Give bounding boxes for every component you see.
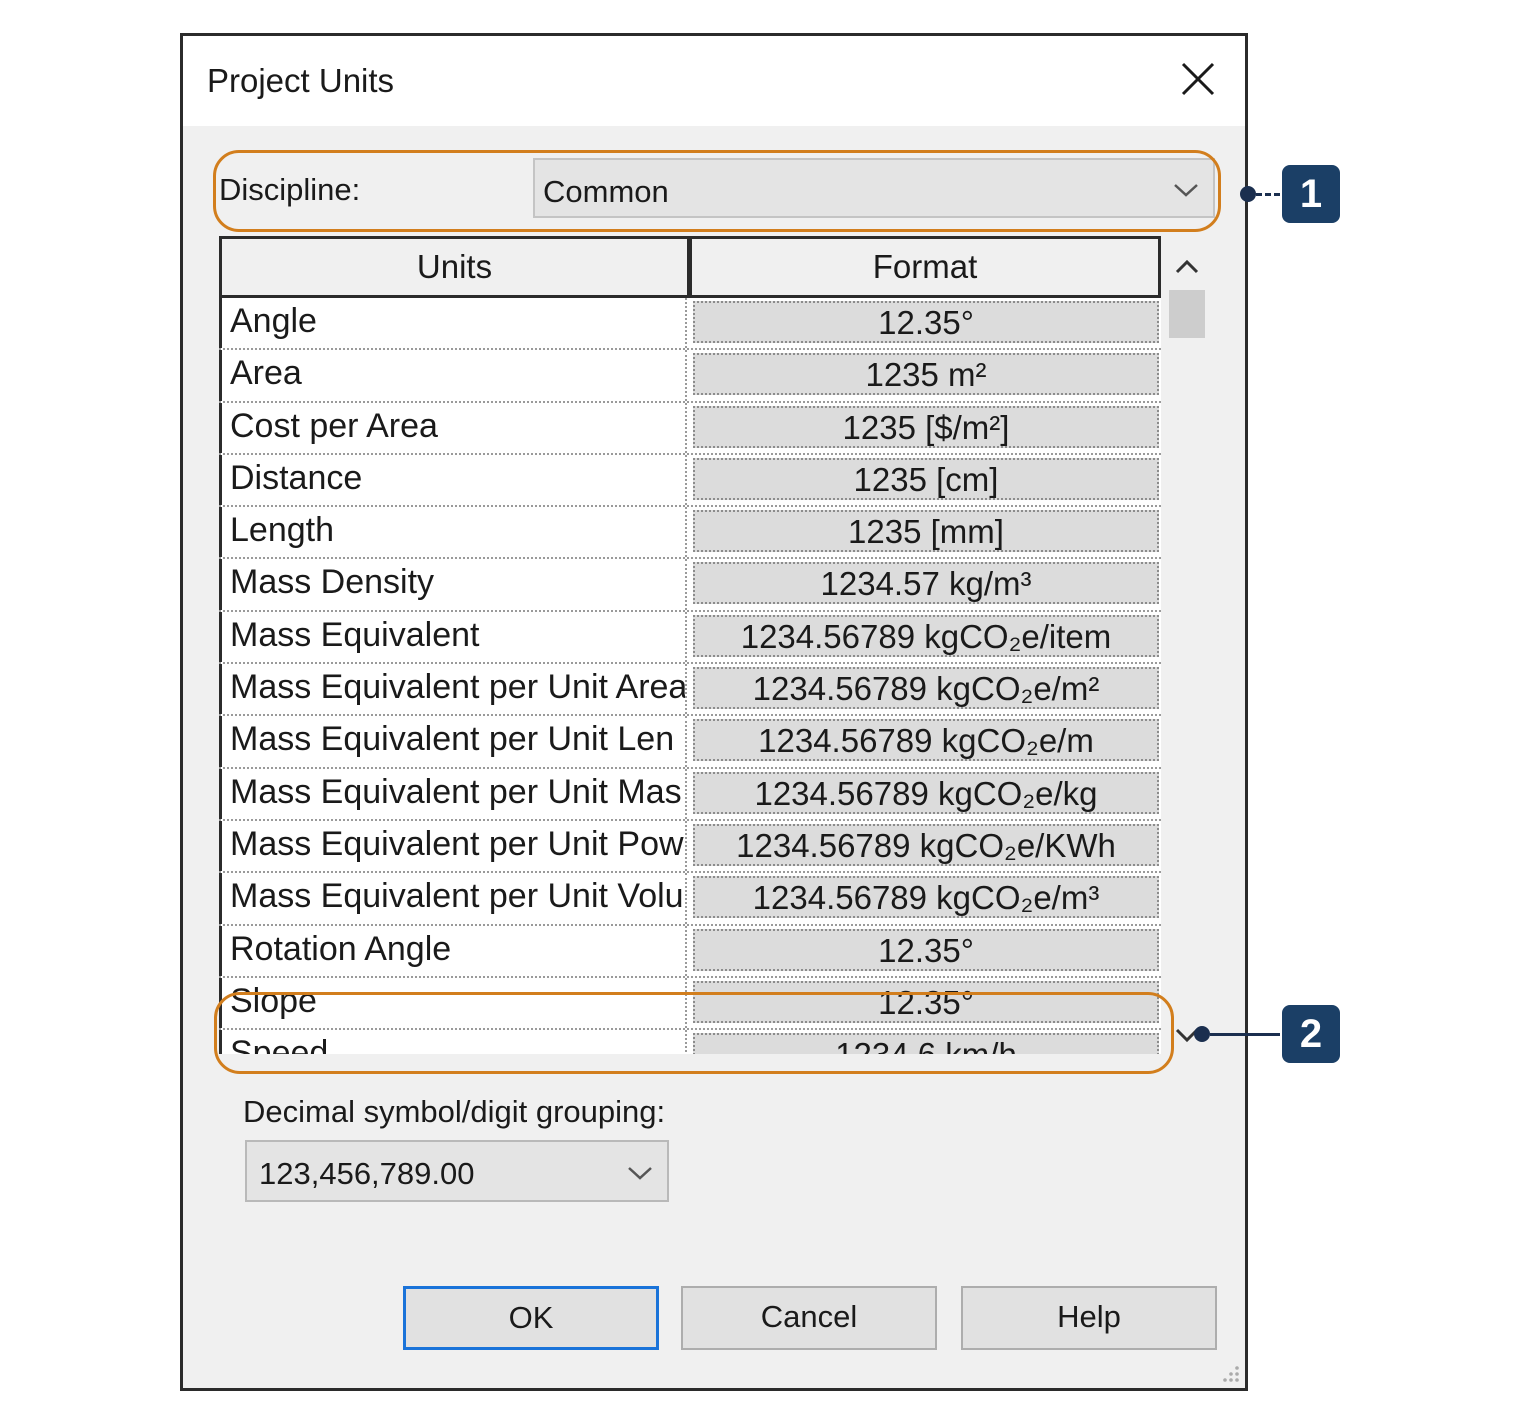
unit-name: Rotation Angle — [219, 925, 687, 976]
unit-name: Area — [219, 350, 687, 401]
table-rows: Angle 12.35° Area 1235 m² Cost per Area 1235 … — [219, 298, 1161, 1054]
table-row[interactable]: Angle 12.35° — [219, 298, 1161, 351]
cancel-button[interactable]: Cancel — [681, 1286, 937, 1350]
table-row[interactable]: Mass Density 1234.57 kg/m³ — [219, 559, 1161, 612]
unit-name: Angle — [219, 298, 687, 349]
unit-name: Mass Equivalent per Unit Area — [219, 664, 687, 715]
unit-name: Mass Equivalent per Unit Pow — [219, 820, 687, 872]
table-row[interactable]: Mass Equivalent per Unit Pow 1234.56789 k… — [219, 820, 1161, 874]
decimal-label: Decimal symbol/digit grouping: — [243, 1094, 666, 1129]
resize-grip-icon[interactable] — [1217, 1360, 1241, 1384]
format-button[interactable]: 1234.56789 kgCO₂e/m — [693, 719, 1159, 762]
table-row[interactable]: Mass Equivalent 1234.56789 kgCO₂e/item — [219, 611, 1161, 665]
format-button[interactable]: 1235 [mm] — [693, 510, 1159, 553]
format-button[interactable]: 1234.56789 kgCO₂e/KWh — [693, 823, 1159, 866]
decimal-select[interactable]: 123,456,789.00 — [245, 1140, 669, 1202]
table-row[interactable]: Mass Equivalent per Unit Len 1234.56789 k… — [219, 716, 1161, 769]
title-bar: Project Units — [183, 36, 1245, 126]
format-button[interactable]: 1234.56789 kgCO₂e/kg — [693, 771, 1159, 814]
dialog-title: Project Units — [207, 62, 395, 99]
unit-name: Cost per Area — [219, 402, 687, 453]
callout-badge-1: 1 — [1282, 165, 1340, 223]
unit-name: Mass Equivalent per Unit Mas — [219, 768, 687, 819]
format-button[interactable]: 1235 [cm] — [693, 457, 1159, 500]
unit-name: Mass Equivalent — [219, 611, 687, 663]
scroll-up-icon[interactable] — [1169, 252, 1205, 282]
table-row[interactable]: Mass Equivalent per Unit Mas 1234.56789 k… — [219, 768, 1161, 821]
format-button[interactable]: 12.35° — [693, 301, 1159, 343]
format-button[interactable]: 1235 m² — [693, 353, 1159, 396]
column-header-units[interactable]: Units — [219, 236, 689, 298]
units-table: Units Format Angle 12.35° Area 1235 m² Cost … — [219, 236, 1213, 1054]
table-row[interactable]: Rotation Angle 12.35° — [219, 925, 1161, 978]
close-icon[interactable] — [1173, 54, 1223, 104]
unit-name: Length — [219, 507, 687, 558]
table-row[interactable]: Area 1235 m² — [219, 350, 1161, 403]
scrollbar-thumb[interactable] — [1169, 290, 1205, 338]
callout-line-1 — [1256, 193, 1280, 196]
table-row[interactable]: Mass Equivalent per Unit Area 1234.56789 … — [219, 664, 1161, 717]
format-button[interactable]: 1234.57 kg/m³ — [693, 562, 1159, 605]
table-row[interactable]: Cost per Area 1235 [$/m²] — [219, 402, 1161, 455]
column-header-format[interactable]: Format — [689, 236, 1161, 298]
decimal-value: 123,456,789.00 — [259, 1156, 475, 1191]
format-button[interactable]: 1234.56789 kgCO₂e/m³ — [693, 876, 1159, 919]
highlight-scroll-area — [214, 992, 1174, 1074]
format-button[interactable]: 1235 [$/m²] — [693, 405, 1159, 448]
table-row[interactable]: Mass Equivalent per Unit Volu 1234.56789 … — [219, 873, 1161, 926]
table-row[interactable]: Distance 1235 [cm] — [219, 454, 1161, 508]
callout-dot-2 — [1194, 1026, 1210, 1042]
chevron-down-icon — [628, 1167, 652, 1180]
callout-dot-1 — [1240, 186, 1256, 202]
format-button[interactable]: 1234.56789 kgCO₂e/item — [693, 614, 1159, 657]
unit-name: Distance — [219, 454, 687, 506]
unit-name: Mass Density — [219, 559, 687, 610]
callout-line-2 — [1210, 1033, 1280, 1036]
help-button[interactable]: Help — [961, 1286, 1217, 1350]
format-button[interactable]: 12.35° — [693, 928, 1159, 971]
unit-name: Mass Equivalent per Unit Len — [219, 716, 687, 767]
unit-name: Mass Equivalent per Unit Volu — [219, 873, 687, 924]
project-units-dialog: Project Units Discipline: Common Units F… — [180, 33, 1248, 1391]
vertical-scrollbar[interactable] — [1161, 236, 1213, 1054]
format-button[interactable]: 1234.56789 kgCO₂e/m² — [693, 667, 1159, 710]
callout-badge-2: 2 — [1282, 1005, 1340, 1063]
ok-button[interactable]: OK — [403, 1286, 659, 1350]
highlight-discipline — [213, 150, 1221, 232]
table-row[interactable]: Length 1235 [mm] — [219, 507, 1161, 560]
